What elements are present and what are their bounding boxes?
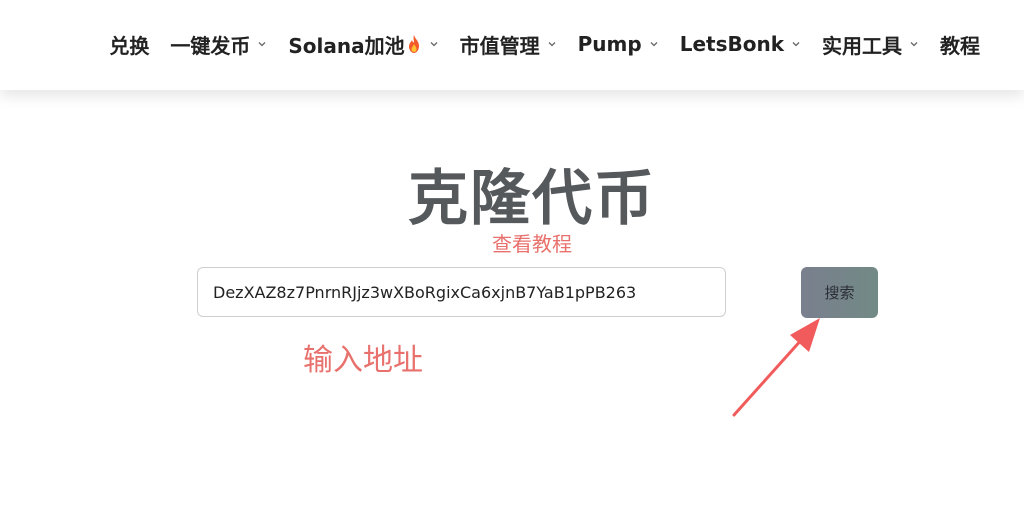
input-address-hint: 输入地址 xyxy=(303,343,423,378)
chevron-down-icon xyxy=(258,42,266,47)
nav-item-label: 一键发币 xyxy=(170,33,251,58)
view-tutorial-link[interactable]: 查看教程 xyxy=(0,228,1024,257)
nav-item-tutorials[interactable]: 教程 xyxy=(940,30,980,59)
nav-item-label: Solana加池 xyxy=(288,33,405,58)
nav-item-label: 兑换 xyxy=(109,33,150,58)
chevron-down-icon xyxy=(430,42,438,47)
fire-icon xyxy=(408,35,419,53)
nav-item-utilities[interactable]: 实用工具 xyxy=(822,30,919,59)
nav-item-market-cap-management[interactable]: 市值管理 xyxy=(460,30,557,59)
token-address-input[interactable] xyxy=(197,267,726,317)
chevron-down-icon xyxy=(650,42,658,47)
chevron-down-icon xyxy=(548,42,556,47)
nav-item-label: 教程 xyxy=(940,33,980,58)
page-title: 克隆代币 xyxy=(408,164,656,234)
nav-item-pump[interactable]: Pump xyxy=(578,32,659,56)
clone-token-panel: 克隆代币 查看教程 搜索 输入地址 xyxy=(0,90,1024,528)
nav-item-label: 市值管理 xyxy=(459,33,540,58)
chevron-down-icon xyxy=(792,42,800,47)
top-navigation-bar: 兑换 一键发币 Solana加池 市值管理 Pump LetsBonk 实用工具… xyxy=(0,0,1024,90)
nav-item-letsbonk[interactable]: LetsBonk xyxy=(680,32,801,56)
nav-item-label: Pump xyxy=(577,32,642,56)
nav-menu: 兑换 一键发币 Solana加池 市值管理 Pump LetsBonk 实用工具… xyxy=(109,29,980,59)
red-arrow-annotation xyxy=(732,318,820,417)
nav-item-solana-pool[interactable]: Solana加池 xyxy=(288,30,438,59)
chevron-down-icon xyxy=(910,42,918,47)
nav-item-label: LetsBonk xyxy=(679,32,784,56)
nav-item-one-click-token[interactable]: 一键发币 xyxy=(170,30,267,59)
nav-item-label: 实用工具 xyxy=(822,33,902,58)
nav-item-swap[interactable]: 兑换 xyxy=(109,30,149,59)
